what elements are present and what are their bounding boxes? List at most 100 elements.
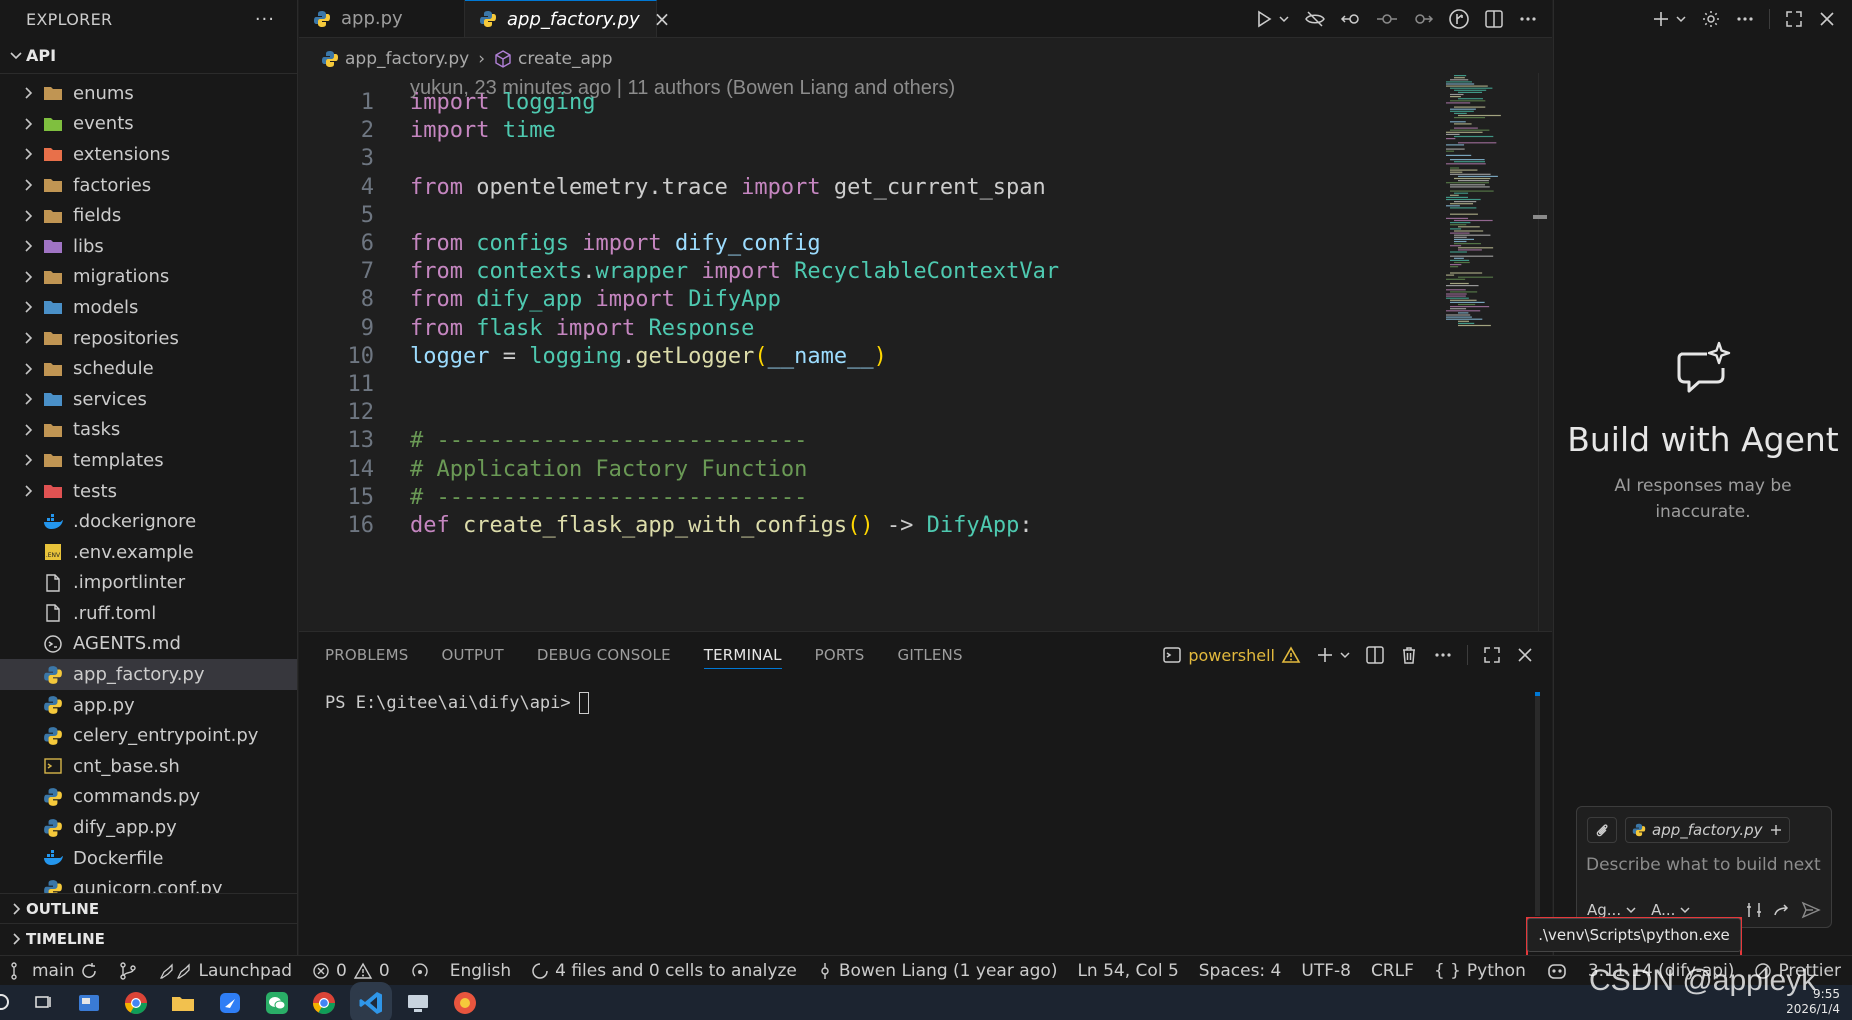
gear-icon[interactable]	[1701, 9, 1721, 29]
code-line[interactable]: from dify_app import DifyApp	[410, 287, 781, 312]
code-line[interactable]: # Application Factory Function	[410, 457, 807, 482]
explorer-more-icon[interactable]: ···	[255, 9, 275, 30]
terminal-output[interactable]: PS E:\gitee\ai\dify\api>	[325, 692, 589, 714]
gitlens-graph[interactable]	[108, 961, 148, 981]
search-icon[interactable]	[0, 993, 12, 1013]
chrome-icon[interactable]	[311, 990, 337, 1016]
code-line[interactable]: from configs import dify_config	[410, 231, 821, 256]
code-line[interactable]: import time	[410, 118, 556, 143]
close-icon[interactable]: ×	[654, 7, 671, 31]
tree-folder-models[interactable]: models	[0, 292, 297, 323]
tab-output[interactable]: OUTPUT	[441, 646, 503, 664]
tab-app-factory-py[interactable]: app_factory.py ×	[465, 0, 670, 37]
cursor-position[interactable]: Ln 54, Col 5	[1067, 961, 1188, 981]
code-line[interactable]: from flask import Response	[410, 316, 754, 341]
new-chat-icon[interactable]	[1651, 9, 1671, 29]
trash-icon[interactable]	[1399, 645, 1419, 665]
code-line[interactable]: # ----------------------------	[410, 485, 807, 510]
encoding[interactable]: UTF-8	[1291, 961, 1361, 981]
tree-file-cnt_base.sh[interactable]: cnt_base.sh	[0, 751, 297, 782]
more-actions-icon[interactable]	[1518, 9, 1538, 29]
code-line[interactable]: from contexts.wrapper import RecyclableC…	[410, 259, 1059, 284]
tree-file-gunicorn.conf.py[interactable]: gunicorn.conf.py	[0, 873, 297, 893]
tree-folder-fields[interactable]: fields	[0, 200, 297, 231]
tab-problems[interactable]: PROBLEMS	[325, 646, 408, 664]
tree-file-.env.example[interactable]: .ENV .env.example	[0, 537, 297, 568]
tree-file-celery_entrypoint.py[interactable]: celery_entrypoint.py	[0, 720, 297, 751]
tree-folder-events[interactable]: events	[0, 109, 297, 140]
chevron-down-icon[interactable]	[1675, 13, 1687, 25]
tree-file-app.py[interactable]: app.py	[0, 690, 297, 721]
timeline-section[interactable]: TIMELINE	[0, 923, 297, 953]
blame-status[interactable]: Bowen Liang (1 year ago)	[807, 961, 1068, 981]
more-actions-icon[interactable]	[1735, 9, 1755, 29]
tree-folder-tasks[interactable]: tasks	[0, 415, 297, 446]
remote-desktop-icon[interactable]	[405, 990, 431, 1016]
gitlens-icon[interactable]	[1448, 8, 1470, 30]
tree-folder-services[interactable]: services	[0, 384, 297, 415]
vscode-icon[interactable]	[358, 989, 384, 1016]
breadcrumb-file[interactable]: app_factory.py	[345, 49, 469, 69]
tree-file-AGENTS.md[interactable]: AGENTS.md	[0, 629, 297, 660]
tree-file-.importlinter[interactable]: .importlinter	[0, 568, 297, 599]
maximize-icon[interactable]	[1784, 9, 1804, 29]
editor-scrollbar[interactable]	[1533, 73, 1552, 631]
tree-folder-tests[interactable]: tests	[0, 476, 297, 507]
chevron-down-icon[interactable]	[1339, 649, 1351, 661]
code-line[interactable]: from opentelemetry.trace import get_curr…	[410, 175, 1046, 200]
eye-off-icon[interactable]	[1304, 9, 1326, 29]
feishu-icon[interactable]	[217, 990, 243, 1016]
locale[interactable]: English	[440, 961, 521, 981]
tree-folder-factories[interactable]: factories	[0, 170, 297, 201]
live-share[interactable]	[400, 962, 440, 980]
wechat-icon[interactable]	[264, 990, 290, 1016]
indentation[interactable]: Spaces: 4	[1189, 961, 1292, 981]
git-next-icon[interactable]	[1412, 9, 1434, 29]
attach-button[interactable]	[1587, 817, 1617, 843]
chevron-down-icon[interactable]	[1278, 13, 1290, 25]
send-icon[interactable]	[1801, 901, 1821, 919]
tree-file-Dockerfile[interactable]: Dockerfile	[0, 843, 297, 874]
tab-gitlens[interactable]: GITLENS	[898, 646, 963, 664]
tree-file-.dockerignore[interactable]: .dockerignore	[0, 506, 297, 537]
breadcrumb-symbol[interactable]: create_app	[518, 49, 612, 69]
git-compare-icon[interactable]	[1340, 9, 1362, 29]
code-line[interactable]: def create_flask_app_with_configs() -> D…	[410, 513, 1033, 538]
language-mode[interactable]: { } Python	[1424, 961, 1536, 981]
task-view-icon[interactable]	[33, 993, 55, 1013]
maximize-panel-icon[interactable]	[1482, 645, 1502, 665]
folder-icon[interactable]	[170, 990, 196, 1016]
tree-folder-schedule[interactable]: schedule	[0, 353, 297, 384]
tree-folder-enums[interactable]: enums	[0, 78, 297, 109]
git-branch[interactable]: main	[0, 961, 108, 981]
git-commit-icon[interactable]	[1376, 9, 1398, 29]
close-icon[interactable]	[1818, 10, 1836, 28]
tree-file-app_factory.py[interactable]: app_factory.py	[0, 659, 297, 690]
outline-section[interactable]: OUTLINE	[0, 893, 297, 923]
tab-ports[interactable]: PORTS	[815, 646, 865, 664]
problems-count[interactable]: 0 0	[302, 961, 400, 981]
code-line[interactable]: import logging	[410, 90, 595, 115]
run-icon[interactable]	[1254, 9, 1274, 29]
tree-folder-templates[interactable]: templates	[0, 445, 297, 476]
code-line[interactable]: # ----------------------------	[410, 428, 807, 453]
tree-folder-extensions[interactable]: extensions	[0, 139, 297, 170]
analysis-status[interactable]: 4 files and 0 cells to analyze	[521, 961, 807, 981]
minimap[interactable]	[1446, 73, 1518, 373]
tree-folder-libs[interactable]: libs	[0, 231, 297, 262]
chrome-icon[interactable]	[123, 990, 149, 1016]
tab-app-py[interactable]: app.py	[299, 0, 465, 37]
tree-file-dify_app.py[interactable]: dify_app.py	[0, 812, 297, 843]
tree-file-commands.py[interactable]: commands.py	[0, 782, 297, 813]
forward-icon[interactable]	[1773, 901, 1791, 919]
split-terminal-icon[interactable]	[1365, 645, 1385, 665]
tools-icon[interactable]	[1745, 901, 1763, 919]
launchpad[interactable]: Launchpad	[148, 961, 302, 981]
split-editor-icon[interactable]	[1484, 9, 1504, 29]
tree-folder-repositories[interactable]: repositories	[0, 323, 297, 354]
more-actions-icon[interactable]	[1433, 645, 1453, 665]
terminal-scrollbar[interactable]	[1535, 692, 1540, 916]
tree-folder-migrations[interactable]: migrations	[0, 262, 297, 293]
terminal-shell-selector[interactable]: powershell	[1162, 645, 1301, 665]
copilot-status[interactable]	[1536, 961, 1578, 981]
